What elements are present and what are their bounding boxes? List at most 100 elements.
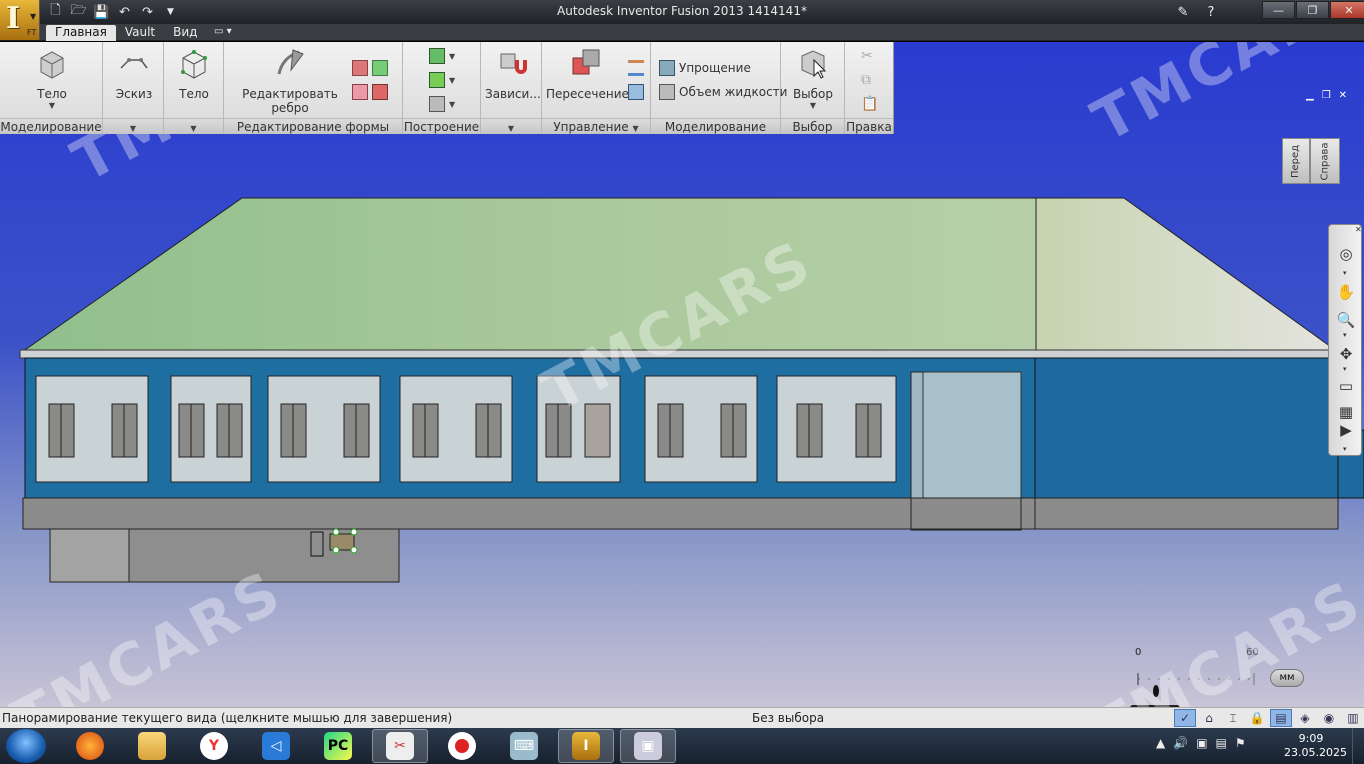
inventor-fusion-icon[interactable]: I xyxy=(558,729,614,763)
title-tools: ✎ ? xyxy=(1172,2,1222,22)
pycharm-icon[interactable]: PC xyxy=(310,729,366,763)
scale-ruler: 0 60 мм 10 xyxy=(1128,647,1308,707)
chevron-down-icon[interactable]: ▾ xyxy=(1343,269,1347,277)
status-bar: Панорамирование текущего вида (щелкните … xyxy=(0,707,1364,728)
communication-icon[interactable]: ✎ xyxy=(1172,2,1194,22)
panel-form-edit: Редактировать ребро Редактирование формы xyxy=(224,42,403,134)
chat-icon[interactable]: ▤ xyxy=(1216,736,1227,750)
box-icon xyxy=(40,51,64,79)
select-button[interactable]: Выбор ▼ xyxy=(787,46,839,110)
flag-icon[interactable]: ⚑ xyxy=(1235,736,1246,750)
pan-icon[interactable]: ✋ xyxy=(1335,281,1357,303)
layout-icon[interactable]: ▥ xyxy=(1342,709,1364,727)
zoom-icon[interactable]: 🔍 xyxy=(1335,309,1357,331)
show-desktop-button[interactable] xyxy=(1352,728,1364,764)
status-message: Панорамирование текущего вида (щелкните … xyxy=(2,711,453,725)
tab-home[interactable]: Главная xyxy=(46,25,116,41)
chevron-down-icon[interactable]: ▾ xyxy=(1343,331,1347,339)
plane-icon xyxy=(429,48,445,64)
edit-edge-button[interactable]: Редактировать ребро xyxy=(228,46,352,115)
sketch-button-label: Эскиз xyxy=(115,87,153,101)
windows-taskbar: Y ◁ PC ✂ ⌨ I ▣ ▲ 🔊 ▣ ▤ ⚑ 9:09 23.05.2025 xyxy=(0,728,1364,764)
yandex-browser-icon[interactable]: Y xyxy=(186,729,242,763)
point-tool[interactable]: ▼ xyxy=(429,96,455,112)
tab-view[interactable]: Вид xyxy=(164,25,206,41)
constraints-button[interactable]: Зависи... xyxy=(485,46,541,101)
clock[interactable]: 9:09 23.05.2025 xyxy=(1284,732,1347,760)
chevron-down-icon: ▼ xyxy=(30,12,37,21)
copy-icon[interactable]: ⧉ xyxy=(861,72,871,88)
app-menu-button[interactable]: I FT ▼ xyxy=(0,0,40,40)
panel-manage: Пересечение Управление ▼ xyxy=(542,42,651,134)
cut-icon[interactable]: ✂ xyxy=(861,48,873,64)
ribbon: Тело ▼ Моделирование Эскиз ▼ Тело ▼ Реда… xyxy=(0,42,894,134)
chevron-down-icon: ▼ xyxy=(449,75,456,85)
simplify-button[interactable]: Упрощение xyxy=(659,60,751,76)
plane-tool[interactable]: ▼ xyxy=(429,48,455,64)
viewcube-right[interactable]: Справа xyxy=(1310,138,1340,184)
check-icon[interactable]: ✓ xyxy=(1174,709,1196,727)
doc-restore-icon[interactable]: ❐ xyxy=(1322,90,1331,101)
form-tool-3-icon[interactable] xyxy=(352,84,368,100)
form-tool-1-icon[interactable] xyxy=(352,60,368,76)
tray-expand-icon[interactable]: ▲ xyxy=(1156,736,1165,750)
chevron-down-icon[interactable]: ▾ xyxy=(1343,365,1347,373)
chevron-down-icon[interactable]: ▾ xyxy=(1343,445,1347,453)
select-cursor-icon xyxy=(801,50,827,79)
graphics-viewport[interactable]: ▁ ❐ ✕ Перед Справа ✕ ◎ ▾ ✋ 🔍 ▾ ✥ ▾ ▭ ▦ ▶… xyxy=(0,42,1364,707)
steering-wheel-icon[interactable]: ◎ xyxy=(1335,243,1357,265)
volume-icon[interactable]: 🔊 xyxy=(1173,736,1188,750)
look-at-icon[interactable]: ▭ xyxy=(1335,375,1357,397)
display-mode-icon[interactable]: ▤ xyxy=(1270,709,1292,727)
maximize-button[interactable]: ❐ xyxy=(1296,1,1329,19)
sketch-mode-icon[interactable]: ◈ xyxy=(1294,709,1316,727)
minimize-button[interactable]: — xyxy=(1262,1,1295,19)
viewcube-front[interactable]: Перед xyxy=(1282,138,1310,184)
unit-badge[interactable]: мм xyxy=(1270,669,1304,687)
keyboard-app-icon[interactable]: ⌨ xyxy=(496,729,552,763)
play-icon[interactable]: ▶ xyxy=(1335,419,1357,441)
building-model xyxy=(19,197,1364,583)
panel-depend-title[interactable]: ▼ xyxy=(481,118,541,134)
chevron-down-icon: ▼ xyxy=(129,124,137,133)
intersection-button[interactable]: Пересечение xyxy=(546,46,629,101)
close-button[interactable]: ✕ xyxy=(1330,1,1364,19)
vscode-icon[interactable]: ◁ xyxy=(248,729,304,763)
bracket-icon[interactable]: ⌶ xyxy=(1222,709,1244,727)
intersection-icon xyxy=(572,49,600,75)
help-icon[interactable]: ? xyxy=(1200,2,1222,22)
body2-button[interactable]: Тело xyxy=(172,46,216,101)
doc-close-icon[interactable]: ✕ xyxy=(1339,90,1347,101)
recorder-icon[interactable] xyxy=(434,729,490,763)
navbar-close-icon[interactable]: ✕ xyxy=(1355,225,1362,234)
body-button[interactable]: Тело ▼ xyxy=(28,46,76,110)
fluid-volume-button[interactable]: Объем жидкости xyxy=(659,84,787,100)
form-tool-2-icon[interactable] xyxy=(372,60,388,76)
paste-icon[interactable]: 📋 xyxy=(861,96,878,112)
network-icon[interactable]: ▣ xyxy=(1196,736,1207,750)
firefox-icon[interactable] xyxy=(62,729,118,763)
orbit-icon[interactable]: ✥ xyxy=(1335,343,1357,365)
panel-manage-title[interactable]: Управление ▼ xyxy=(542,118,650,134)
form-tool-4-icon[interactable] xyxy=(372,84,388,100)
file-explorer-icon[interactable] xyxy=(124,729,180,763)
ruler-end: 60 xyxy=(1246,647,1259,658)
ribbon-minimize-icon[interactable]: ▭ ▾ xyxy=(214,26,232,37)
sketch-button[interactable]: Эскиз xyxy=(111,46,157,101)
tab-vault[interactable]: Vault xyxy=(116,25,164,41)
lock-icon[interactable]: 🔒 xyxy=(1246,709,1268,727)
chevron-down-icon: ▼ xyxy=(449,99,456,109)
panel-sketch-title[interactable]: ▼ xyxy=(103,118,163,134)
manage-tool-1[interactable] xyxy=(628,60,644,76)
shading-icon[interactable]: ◉ xyxy=(1318,709,1340,727)
panel-modeling2-title: Моделирование xyxy=(651,118,780,134)
ground-plane-icon[interactable]: ⌂ xyxy=(1198,709,1220,727)
manage-tool-2[interactable] xyxy=(628,84,644,100)
panel-body-title[interactable]: ▼ xyxy=(164,118,223,134)
axis-tool[interactable]: ▼ xyxy=(429,72,455,88)
windows-start-button[interactable] xyxy=(6,729,46,763)
viewcube[interactable]: Перед Справа xyxy=(1282,138,1340,190)
box-app-icon[interactable]: ▣ xyxy=(620,729,676,763)
doc-minimize-icon[interactable]: ▁ xyxy=(1306,90,1314,101)
scissors-tool-icon[interactable]: ✂ xyxy=(372,729,428,763)
